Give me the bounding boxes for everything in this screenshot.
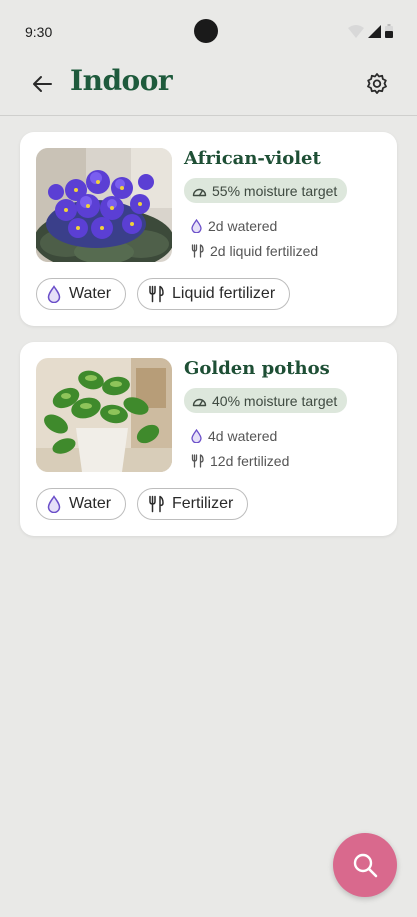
- gear-icon: [367, 73, 387, 94]
- fertilized-label: 12d fertilized: [210, 453, 290, 469]
- moisture-target-label: 40% moisture target: [212, 392, 338, 409]
- fertilized-label: 2d liquid fertilized: [210, 243, 319, 259]
- moisture-target-chip: 55% moisture target: [184, 178, 348, 203]
- watered-label: 4d watered: [208, 428, 278, 444]
- fertilize-button-label: Liquid fertilizer: [172, 285, 276, 302]
- water-button-label: Water: [69, 495, 112, 512]
- plant-card[interactable]: Golden pothos 40% moisture target 4d wat…: [20, 342, 397, 536]
- fertilize-button-label: Fertilizer: [172, 495, 234, 512]
- plant-photo: [36, 148, 172, 262]
- moisture-target-label: 55% moisture target: [212, 182, 338, 199]
- arrow-left-icon: [33, 76, 52, 92]
- watered-label: 2d watered: [208, 218, 278, 234]
- fork-knife-icon: [149, 285, 164, 303]
- wifi-icon: [348, 25, 364, 38]
- plant-name: Golden pothos: [184, 358, 330, 379]
- page-title: Indoor: [70, 64, 173, 97]
- water-button-label: Water: [69, 285, 112, 302]
- water-drop-icon: [47, 495, 61, 513]
- moisture-target-chip: 40% moisture target: [184, 388, 348, 413]
- status-icons: [348, 24, 393, 38]
- app-bar: Indoor: [0, 58, 417, 116]
- plant-photo: [36, 358, 172, 472]
- fertilized-stat: 12d fertilized: [191, 453, 289, 469]
- battery-icon: [385, 24, 393, 38]
- status-time: 9:30: [25, 24, 53, 40]
- fork-knife-icon: [191, 244, 204, 258]
- gauge-icon: [192, 188, 207, 196]
- water-button[interactable]: Water: [36, 278, 127, 310]
- fork-knife-icon: [191, 454, 204, 468]
- search-fab[interactable]: [333, 833, 397, 897]
- settings-button[interactable]: [363, 70, 391, 98]
- water-drop-icon: [191, 429, 202, 443]
- status-bar: 9:30: [0, 0, 417, 62]
- fertilized-stat: 2d liquid fertilized: [191, 243, 318, 259]
- plant-name: African-violet: [184, 148, 321, 169]
- water-button[interactable]: Water: [36, 488, 127, 520]
- water-drop-icon: [191, 219, 202, 233]
- gauge-icon: [192, 398, 207, 406]
- signal-icon: [368, 25, 381, 38]
- fertilize-button[interactable]: Fertilizer: [137, 488, 249, 520]
- search-icon: [353, 853, 378, 878]
- fork-knife-icon: [149, 495, 164, 513]
- watered-stat: 4d watered: [191, 428, 277, 444]
- water-drop-icon: [47, 285, 61, 303]
- back-button[interactable]: [28, 70, 56, 98]
- plant-card[interactable]: African-violet 55% moisture target 2d wa…: [20, 132, 397, 326]
- watered-stat: 2d watered: [191, 218, 277, 234]
- fertilize-button[interactable]: Liquid fertilizer: [137, 278, 291, 310]
- camera-cutout: [194, 19, 218, 43]
